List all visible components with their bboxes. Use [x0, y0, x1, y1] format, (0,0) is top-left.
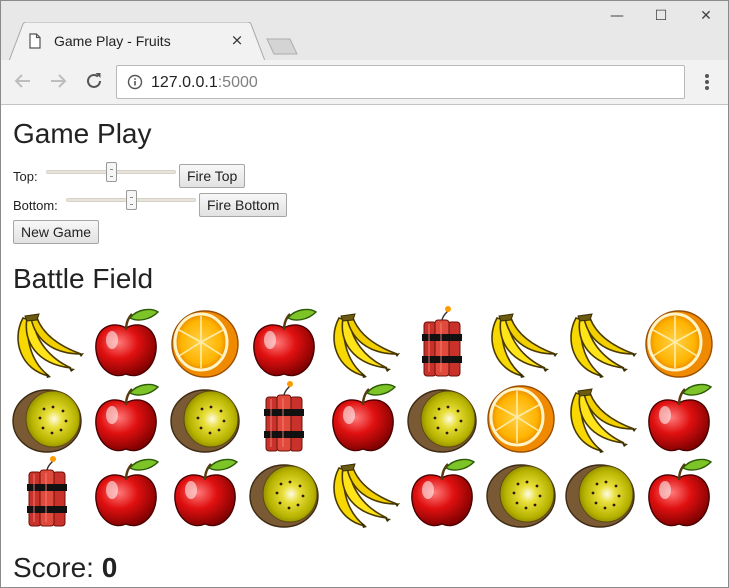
kiwi-icon — [562, 456, 638, 532]
address-bar[interactable]: 127.0.0.1:5000 — [116, 65, 685, 99]
tab-close-icon[interactable]: × — [229, 31, 245, 49]
close-window-button[interactable]: ✕ — [691, 5, 721, 27]
top-label: Top: — [13, 169, 38, 184]
orange-icon — [167, 306, 243, 382]
fire-top-button[interactable]: Fire Top — [179, 164, 246, 188]
fire-bottom-button[interactable]: Fire Bottom — [199, 193, 288, 217]
kiwi-icon — [404, 381, 480, 457]
info-icon[interactable] — [127, 74, 143, 90]
bottom-label: Bottom: — [13, 198, 58, 213]
apple-icon — [88, 381, 164, 457]
page-content: Game Play Top: Fire Top Bottom: Fire Bot… — [1, 106, 728, 587]
page-title: Game Play — [13, 118, 152, 149]
apple-icon — [641, 456, 717, 532]
apple-icon — [88, 306, 164, 382]
banana-icon — [562, 306, 638, 382]
title-bar: — ☐ ✕ Game Play - Fruits × — [1, 1, 728, 62]
new-tab-button[interactable] — [264, 37, 300, 57]
reload-icon[interactable] — [83, 70, 105, 92]
page-icon — [29, 33, 41, 54]
url-port: :5000 — [217, 74, 258, 91]
new-game-button[interactable]: New Game — [13, 220, 100, 244]
url-text[interactable]: 127.0.0.1:5000 — [151, 74, 258, 92]
score-label: Score: — [13, 552, 94, 583]
apple-icon — [246, 306, 322, 382]
forward-arrow-icon[interactable] — [47, 70, 69, 92]
browser-window: — ☐ ✕ Game Play - Fruits × 127.0.0.1:500… — [0, 0, 729, 588]
banana-icon — [325, 456, 401, 532]
score-value: 0 — [101, 552, 118, 583]
orange-icon — [483, 381, 559, 457]
score-display: Score: 0 — [13, 552, 117, 584]
tab-game-play[interactable]: Game Play - Fruits × — [9, 22, 265, 62]
apple-icon — [404, 456, 480, 532]
banana-icon — [562, 381, 638, 457]
banana-icon — [9, 306, 85, 382]
apple-icon — [641, 381, 717, 457]
kiwi-icon — [483, 456, 559, 532]
kiwi-icon — [9, 381, 85, 457]
maximize-button[interactable]: ☐ — [646, 5, 676, 27]
apple-icon — [167, 456, 243, 532]
browser-toolbar: 127.0.0.1:5000 — [1, 60, 728, 105]
dynamite-icon — [9, 456, 85, 532]
banana-icon — [325, 306, 401, 382]
back-arrow-icon[interactable] — [12, 70, 34, 92]
kiwi-icon — [246, 456, 322, 532]
bottom-slider-thumb[interactable] — [126, 190, 137, 210]
kiwi-icon — [167, 381, 243, 457]
browser-menu-icon[interactable] — [698, 71, 716, 93]
minimize-button[interactable]: — — [602, 5, 632, 27]
dynamite-icon — [404, 306, 480, 382]
url-host: 127.0.0.1 — [151, 74, 218, 91]
banana-icon — [483, 306, 559, 382]
top-slider-thumb[interactable] — [106, 162, 117, 182]
dynamite-icon — [246, 381, 322, 457]
orange-icon — [641, 306, 717, 382]
tab-title: Game Play - Fruits — [54, 33, 171, 49]
top-slider[interactable] — [46, 162, 176, 182]
apple-icon — [88, 456, 164, 532]
battlefield-heading: Battle Field — [13, 263, 154, 294]
bottom-slider[interactable] — [66, 190, 196, 210]
apple-icon — [325, 381, 401, 457]
